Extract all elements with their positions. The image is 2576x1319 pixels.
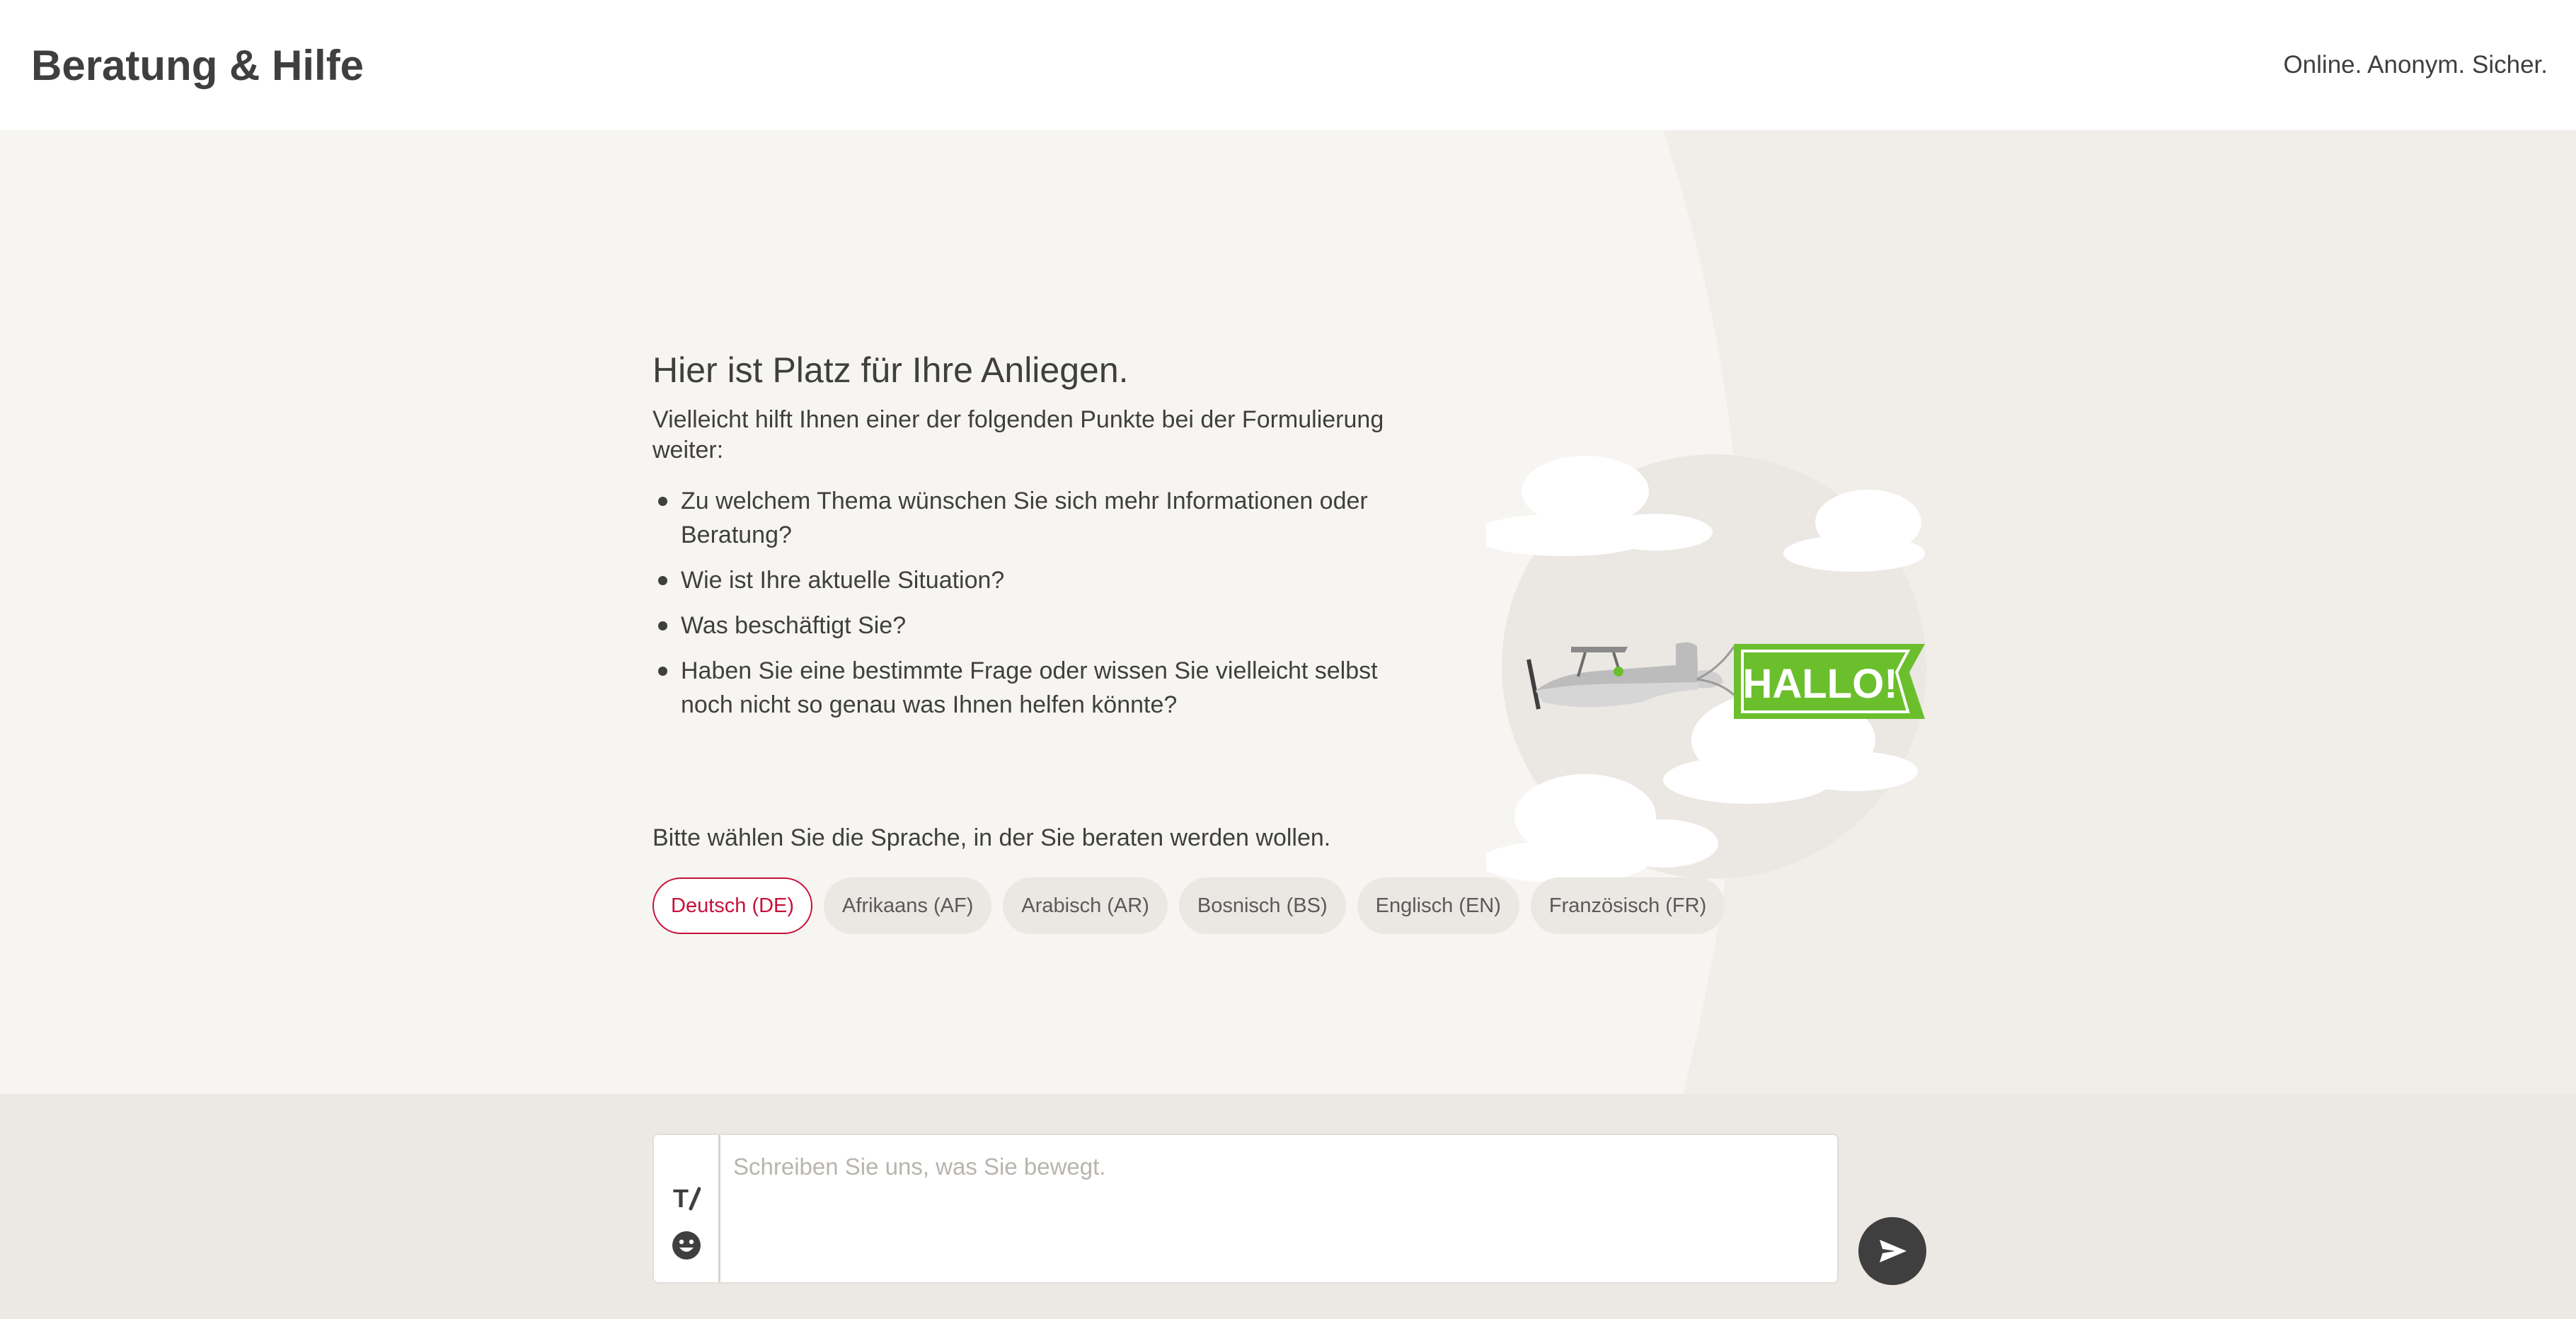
welcome-area: Hier ist Platz für Ihre Anliegen. Vielle… (0, 130, 2576, 1094)
language-chooser: Deutsch (DE) Afrikaans (AF) Arabisch (AR… (652, 877, 1725, 934)
airplane-banner-illustration: HALLO! (1486, 454, 1926, 883)
language-chip-fr[interactable]: Französisch (FR) (1530, 877, 1725, 934)
send-button[interactable] (1858, 1217, 1926, 1285)
bullet-icon (658, 576, 667, 585)
hint-item: Wie ist Ihre aktuelle Situation? (652, 563, 1417, 597)
message-input[interactable] (733, 1153, 1824, 1264)
intro-paragraph: Vielleicht hilft Ihnen einer der folgend… (652, 406, 1384, 463)
send-icon (1880, 1240, 1907, 1262)
language-chip-af[interactable]: Afrikaans (AF) (824, 877, 992, 934)
hallo-banner: HALLO! (1734, 644, 1925, 719)
language-chip-ar[interactable]: Arabisch (AR) (1003, 877, 1168, 934)
message-input-wrapper (720, 1135, 1837, 1282)
hint-text: Zu welchem Thema wünschen Sie sich mehr … (681, 488, 1368, 548)
emoji-icon[interactable] (671, 1230, 702, 1261)
app-header: Beratung & Hilfe Online. Anonym. Sicher. (0, 0, 2576, 130)
hint-item: Haben Sie eine bestimmte Frage oder wiss… (652, 654, 1417, 722)
language-chip-bs[interactable]: Bosnisch (BS) (1178, 877, 1346, 934)
intro-text: Hier ist Platz für Ihre Anliegen. Vielle… (652, 350, 1417, 733)
bullet-icon (658, 667, 667, 676)
svg-text:T: T (673, 1184, 689, 1211)
composer-tools: T (654, 1135, 720, 1282)
hint-list: Zu welchem Thema wünschen Sie sich mehr … (652, 484, 1417, 722)
text-format-icon[interactable]: T (671, 1182, 702, 1213)
banner-text: HALLO! (1742, 661, 1897, 707)
brand-claim: Online. Anonym. Sicher. (2283, 51, 2548, 79)
hint-text: Haben Sie eine bestimmte Frage oder wiss… (681, 657, 1378, 718)
hint-item: Was beschäftigt Sie? (652, 609, 1417, 643)
language-label: Bitte wählen Sie die Sprache, in der Sie… (652, 824, 1331, 851)
language-chip-en[interactable]: Englisch (EN) (1357, 877, 1519, 934)
intro-headline: Hier ist Platz für Ihre Anliegen. (652, 350, 1129, 390)
bullet-icon (658, 621, 667, 630)
language-chip-de[interactable]: Deutsch (DE) (652, 877, 813, 934)
brand-title[interactable]: Beratung & Hilfe (31, 41, 364, 90)
hint-text: Wie ist Ihre aktuelle Situation? (681, 567, 1005, 594)
hint-text: Was beschäftigt Sie? (681, 612, 907, 639)
message-composer: T (652, 1134, 1839, 1284)
bullet-icon (658, 497, 667, 506)
hint-item: Zu welchem Thema wünschen Sie sich mehr … (652, 484, 1417, 552)
